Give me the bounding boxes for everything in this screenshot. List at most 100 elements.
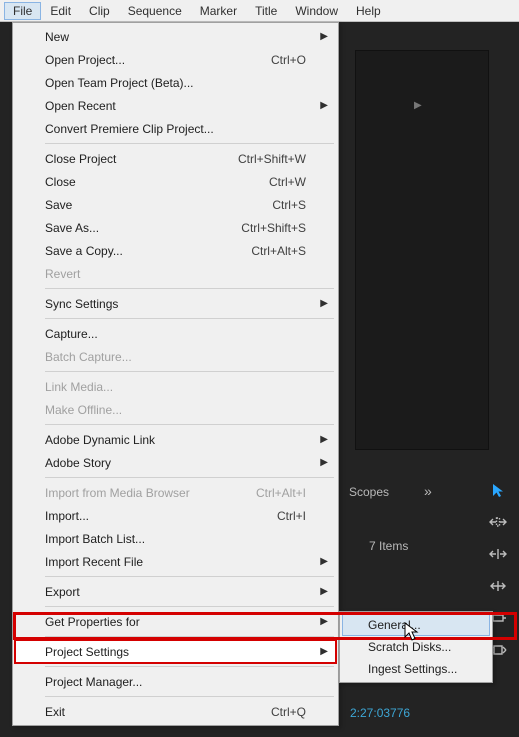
menu-item-shortcut: Ctrl+Shift+W <box>238 152 306 166</box>
menu-item-link-media: Link Media... <box>15 375 336 398</box>
submenu-item-scratch-disks[interactable]: Scratch Disks... <box>342 636 490 658</box>
menubar-item-window[interactable]: Window <box>286 2 347 20</box>
menu-separator <box>45 371 334 372</box>
menubar-item-help[interactable]: Help <box>347 2 390 20</box>
menu-item-label: Batch Capture... <box>45 350 132 364</box>
menu-item-label: Save a Copy... <box>45 244 123 258</box>
menubar-item-title[interactable]: Title <box>246 2 286 20</box>
menu-item-shortcut: Ctrl+Alt+S <box>251 244 306 258</box>
menu-separator <box>45 606 334 607</box>
menu-item-label: Close Project <box>45 152 116 166</box>
menu-item-batch-capture: Batch Capture... <box>15 345 336 368</box>
submenu-item-general[interactable]: General... <box>342 614 490 636</box>
menu-item-project-settings[interactable]: Project Settings ▶ <box>15 640 336 663</box>
menu-item-label: Link Media... <box>45 380 113 394</box>
menu-item-label: Close <box>45 175 76 189</box>
menu-item-open-team-project-beta[interactable]: Open Team Project (Beta)... <box>15 71 336 94</box>
panel-overflow-icon[interactable]: » <box>424 483 432 499</box>
menu-item-label: Project Settings <box>45 645 129 659</box>
menu-item-import[interactable]: Import... Ctrl+I <box>15 504 336 527</box>
menu-separator <box>45 424 334 425</box>
selection-tool-icon[interactable] <box>487 480 509 500</box>
menu-separator <box>45 636 334 637</box>
submenu-item-label: Ingest Settings... <box>368 662 457 676</box>
submenu-arrow-icon: ▶ <box>320 434 328 445</box>
menu-item-label: Capture... <box>45 327 98 341</box>
menu-item-new[interactable]: New ▶ <box>15 25 336 48</box>
menu-item-label: Import Batch List... <box>45 532 145 546</box>
menu-item-shortcut: Ctrl+O <box>271 53 306 67</box>
menu-item-label: Import Recent File <box>45 555 143 569</box>
menu-item-import-recent-file[interactable]: Import Recent File▶ <box>15 550 336 573</box>
submenu-item-label: Scratch Disks... <box>368 640 451 654</box>
menu-item-close[interactable]: CloseCtrl+W <box>15 170 336 193</box>
menu-item-adobe-dynamic-link[interactable]: Adobe Dynamic Link ▶ <box>15 428 336 451</box>
ripple-edit-tool-icon[interactable] <box>487 512 509 532</box>
menu-item-label: Exit <box>45 705 65 719</box>
menu-item-label: Open Team Project (Beta)... <box>45 76 194 90</box>
menu-item-label: New <box>45 30 69 44</box>
rate-stretch-tool-icon[interactable] <box>487 576 509 596</box>
menu-item-get-properties-for[interactable]: Get Properties for▶ <box>15 610 336 633</box>
menu-item-adobe-story[interactable]: Adobe Story ▶ <box>15 451 336 474</box>
menu-item-convert-premiere-clip-project[interactable]: Convert Premiere Clip Project... <box>15 117 336 140</box>
menubar-item-file[interactable]: File <box>4 2 41 20</box>
menu-item-label: Save As... <box>45 221 99 235</box>
menu-item-export[interactable]: Export ▶ <box>15 580 336 603</box>
menu-item-label: Open Recent <box>45 99 116 113</box>
menu-item-label: Make Offline... <box>45 403 122 417</box>
menu-item-label: Sync Settings <box>45 297 118 311</box>
menu-item-label: Adobe Dynamic Link <box>45 433 155 447</box>
menu-item-open-recent[interactable]: Open Recent ▶ <box>15 94 336 117</box>
menubar-item-marker[interactable]: Marker <box>191 2 246 20</box>
menu-item-shortcut: Ctrl+Shift+S <box>241 221 306 235</box>
menubar-item-clip[interactable]: Clip <box>80 2 119 20</box>
menu-separator <box>45 666 334 667</box>
menubar-item-edit[interactable]: Edit <box>41 2 80 20</box>
menu-separator <box>45 477 334 478</box>
submenu-arrow-icon: ▶ <box>320 298 328 309</box>
menu-item-label: Import... <box>45 509 89 523</box>
menu-item-shortcut: Ctrl+Alt+I <box>256 486 306 500</box>
menu-item-shortcut: Ctrl+I <box>277 509 306 523</box>
menu-item-import-batch-list[interactable]: Import Batch List... <box>15 527 336 550</box>
menu-separator <box>45 288 334 289</box>
menu-item-save-as[interactable]: Save As... Ctrl+Shift+S <box>15 216 336 239</box>
menu-item-sync-settings[interactable]: Sync Settings ▶ <box>15 292 336 315</box>
submenu-item-ingest-settings[interactable]: Ingest Settings... <box>342 658 490 680</box>
panel-chevron-right-icon: ▶ <box>414 100 422 111</box>
menu-item-make-offline: Make Offline... <box>15 398 336 421</box>
menu-item-label: Get Properties for <box>45 615 140 629</box>
submenu-arrow-icon: ▶ <box>320 586 328 597</box>
menu-item-exit[interactable]: Exit Ctrl+Q <box>15 700 336 723</box>
menu-item-shortcut: Ctrl+Q <box>271 705 306 719</box>
rolling-edit-tool-icon[interactable] <box>487 544 509 564</box>
submenu-arrow-icon: ▶ <box>320 646 328 657</box>
source-monitor-panel <box>355 50 489 450</box>
menu-item-label: Open Project... <box>45 53 125 67</box>
scopes-tab[interactable]: Scopes <box>349 485 389 499</box>
menu-item-project-manager[interactable]: Project Manager... <box>15 670 336 693</box>
submenu-arrow-icon: ▶ <box>320 100 328 111</box>
menu-item-open-project[interactable]: Open Project... Ctrl+O <box>15 48 336 71</box>
menu-item-shortcut: Ctrl+S <box>272 198 306 212</box>
menu-item-save-a-copy[interactable]: Save a Copy... Ctrl+Alt+S <box>15 239 336 262</box>
file-menu: New ▶ Open Project... Ctrl+O Open Team Proje… <box>12 22 339 726</box>
menu-item-import-from-media-browser: Import from Media Browser Ctrl+Alt+I <box>15 481 336 504</box>
menu-separator <box>45 318 334 319</box>
submenu-arrow-icon: ▶ <box>320 457 328 468</box>
menu-item-label: Save <box>45 198 72 212</box>
menu-item-close-project[interactable]: Close Project Ctrl+Shift+W <box>15 147 336 170</box>
menu-item-revert: Revert <box>15 262 336 285</box>
menu-separator <box>45 696 334 697</box>
items-count: 7 Items <box>369 539 408 553</box>
menu-item-capture[interactable]: Capture... <box>15 322 336 345</box>
menu-item-label: Project Manager... <box>45 675 142 689</box>
menu-item-label: Import from Media Browser <box>45 486 190 500</box>
menu-item-save[interactable]: Save Ctrl+S <box>15 193 336 216</box>
timecode-display[interactable]: 2:27:03776 <box>350 706 410 720</box>
submenu-arrow-icon: ▶ <box>320 31 328 42</box>
menu-item-label: Export <box>45 585 80 599</box>
menubar-item-sequence[interactable]: Sequence <box>119 2 191 20</box>
menu-item-label: Adobe Story <box>45 456 111 470</box>
